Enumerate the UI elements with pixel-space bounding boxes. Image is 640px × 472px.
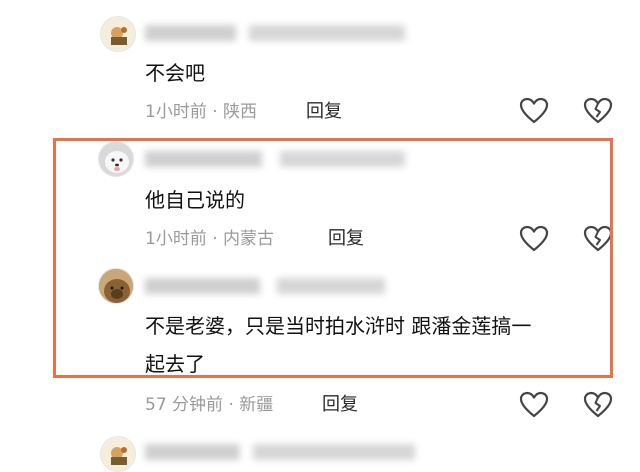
comment-meta: 57 分钟前 · 新疆 (145, 394, 273, 416)
blurred-username (145, 25, 405, 41)
comment-location: 新疆 (239, 395, 274, 415)
blurred-username (145, 278, 385, 294)
broken-heart-icon (583, 391, 613, 418)
blurred-username (145, 444, 415, 460)
comment-meta: 1小时前 · 陕西 (145, 101, 257, 123)
comment-time: 57 分钟前 (145, 395, 224, 415)
comment-time: 1小时前 (145, 102, 207, 122)
comment-meta: 1小时前 · 内蒙古 (145, 228, 274, 250)
broken-heart-icon (583, 97, 613, 124)
heart-icon (519, 391, 549, 418)
like-button[interactable] (519, 391, 549, 419)
brown-dog-avatar-icon (99, 269, 133, 303)
comment-time: 1小时前 (145, 229, 207, 249)
reply-button[interactable]: 回复 (322, 394, 358, 416)
broken-heart-icon (583, 225, 613, 252)
avatar[interactable] (100, 16, 136, 52)
like-button[interactable] (519, 97, 549, 125)
white-puppy-avatar-icon (99, 142, 133, 176)
comment-location: 陕西 (223, 102, 258, 122)
comment-text-line2: 起去了 (145, 352, 205, 376)
avatar[interactable] (98, 268, 134, 304)
meta-separator: · (223, 395, 240, 415)
avatar[interactable] (100, 436, 136, 472)
comment-text-line1: 不是老婆，只是当时拍水浒时 跟潘金莲搞一 (145, 314, 532, 338)
like-button[interactable] (519, 225, 549, 253)
meta-separator: · (206, 102, 224, 122)
dislike-button[interactable] (583, 391, 613, 419)
dislike-button[interactable] (583, 97, 613, 125)
comment-text: 不会吧 (145, 61, 205, 85)
comment-location: 内蒙古 (223, 229, 275, 249)
comment-text: 他自己说的 (145, 188, 245, 212)
cartoon-avatar-icon (101, 17, 135, 51)
reply-button[interactable]: 回复 (328, 228, 364, 250)
blurred-username (145, 151, 405, 167)
heart-icon (519, 225, 549, 252)
meta-separator: · (206, 229, 224, 249)
avatar[interactable] (98, 141, 134, 177)
cartoon-avatar-icon (101, 437, 135, 471)
dislike-button[interactable] (583, 225, 613, 253)
heart-icon (519, 97, 549, 124)
reply-button[interactable]: 回复 (306, 101, 342, 123)
